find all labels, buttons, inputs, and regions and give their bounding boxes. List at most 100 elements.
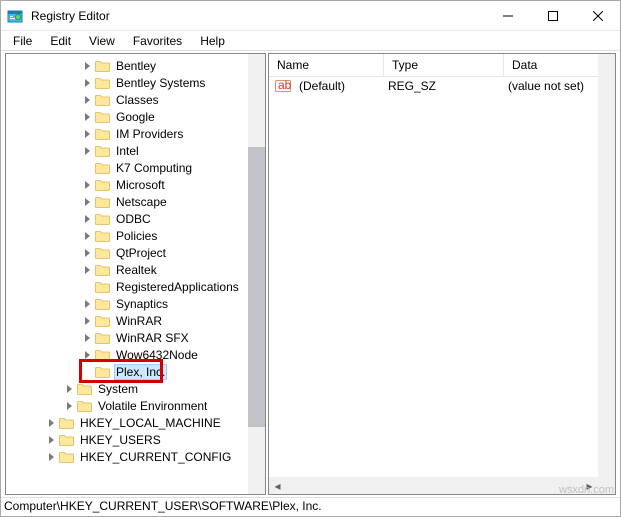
svg-text:ab: ab xyxy=(278,79,291,92)
tree-node-label: Classes xyxy=(114,93,161,107)
expand-icon[interactable] xyxy=(80,212,94,226)
list-header[interactable]: Name Type Data xyxy=(269,54,615,77)
tree-scrollbar[interactable] xyxy=(248,54,265,494)
folder-icon xyxy=(58,450,74,464)
tree-node[interactable]: HKEY_USERS xyxy=(6,431,248,448)
folder-icon xyxy=(76,399,92,413)
watermark: wsxdn.com xyxy=(559,484,614,496)
expand-icon[interactable] xyxy=(80,110,94,124)
folder-icon xyxy=(94,331,110,345)
tree-node[interactable]: HKEY_CURRENT_CONFIG xyxy=(6,448,248,465)
tree-node-label: HKEY_CURRENT_CONFIG xyxy=(78,450,233,464)
expand-icon[interactable] xyxy=(44,433,58,447)
menu-file[interactable]: File xyxy=(5,32,40,50)
expand-icon[interactable] xyxy=(62,382,76,396)
expand-icon[interactable] xyxy=(80,280,94,294)
tree-node[interactable]: Volatile Environment xyxy=(6,397,248,414)
expand-icon[interactable] xyxy=(80,195,94,209)
menu-help[interactable]: Help xyxy=(192,32,233,50)
folder-icon xyxy=(94,127,110,141)
tree-node[interactable]: Google xyxy=(6,108,248,125)
maximize-button[interactable] xyxy=(530,1,575,30)
folder-icon xyxy=(58,416,74,430)
list-body[interactable]: ab (Default) REG_SZ (value not set) xyxy=(269,77,598,477)
tree-node[interactable]: Bentley xyxy=(6,57,248,74)
tree-node[interactable]: Classes xyxy=(6,91,248,108)
tree-node[interactable]: RegisteredApplications xyxy=(6,278,248,295)
folder-icon xyxy=(94,314,110,328)
tree-node-label: System xyxy=(96,382,140,396)
tree-node[interactable]: ODBC xyxy=(6,210,248,227)
minimize-button[interactable] xyxy=(485,1,530,30)
folder-icon xyxy=(94,93,110,107)
expand-icon[interactable] xyxy=(80,331,94,345)
tree-node[interactable]: Realtek xyxy=(6,261,248,278)
menu-edit[interactable]: Edit xyxy=(42,32,79,50)
list-vscrollbar[interactable] xyxy=(598,54,615,494)
tree-scroll-thumb[interactable] xyxy=(248,147,265,427)
tree-node-label: Netscape xyxy=(114,195,169,209)
titlebar[interactable]: Registry Editor xyxy=(1,1,620,31)
tree-node-label: Plex, Inc. xyxy=(114,364,167,380)
folder-icon xyxy=(94,229,110,243)
folder-icon xyxy=(94,110,110,124)
expand-icon[interactable] xyxy=(44,450,58,464)
list-hscrollbar[interactable]: ◂ ▸ xyxy=(269,477,598,494)
tree-node[interactable]: QtProject xyxy=(6,244,248,261)
menubar: File Edit View Favorites Help xyxy=(1,31,620,51)
folder-icon xyxy=(94,263,110,277)
tree-node[interactable]: IM Providers xyxy=(6,125,248,142)
expand-icon[interactable] xyxy=(44,416,58,430)
expand-icon[interactable] xyxy=(80,263,94,277)
tree-node[interactable]: Netscape xyxy=(6,193,248,210)
tree-node[interactable]: Bentley Systems xyxy=(6,74,248,91)
expand-icon[interactable] xyxy=(80,76,94,90)
tree-node-label: ODBC xyxy=(114,212,153,226)
expand-icon[interactable] xyxy=(80,365,94,379)
tree-node[interactable]: K7 Computing xyxy=(6,159,248,176)
menu-favorites[interactable]: Favorites xyxy=(125,32,190,50)
regedit-icon xyxy=(7,8,23,24)
folder-icon xyxy=(76,382,92,396)
folder-icon xyxy=(94,161,110,175)
expand-icon[interactable] xyxy=(80,348,94,362)
tree-node-label: WinRAR xyxy=(114,314,164,328)
expand-icon[interactable] xyxy=(80,178,94,192)
expand-icon[interactable] xyxy=(80,229,94,243)
registry-tree[interactable]: BentleyBentley Systems ClassesGoogle IM Pr… xyxy=(6,54,248,494)
expand-icon[interactable] xyxy=(80,144,94,158)
tree-node-label: IM Providers xyxy=(114,127,185,141)
tree-node[interactable]: HKEY_LOCAL_MACHINE xyxy=(6,414,248,431)
expand-icon[interactable] xyxy=(80,127,94,141)
folder-icon xyxy=(94,59,110,73)
tree-node[interactable]: Wow6432Node xyxy=(6,346,248,363)
folder-icon xyxy=(94,280,110,294)
scroll-left-icon[interactable]: ◂ xyxy=(269,477,286,494)
col-type[interactable]: Type xyxy=(384,54,504,76)
tree-node[interactable]: WinRAR xyxy=(6,312,248,329)
tree-node[interactable]: System xyxy=(6,380,248,397)
menu-view[interactable]: View xyxy=(81,32,123,50)
close-button[interactable] xyxy=(575,1,620,30)
tree-node[interactable]: Synaptics xyxy=(6,295,248,312)
cell-name: (Default) xyxy=(291,79,380,93)
expand-icon[interactable] xyxy=(80,246,94,260)
expand-icon[interactable] xyxy=(80,314,94,328)
expand-icon[interactable] xyxy=(80,93,94,107)
col-name[interactable]: Name xyxy=(269,54,384,76)
expand-icon[interactable] xyxy=(62,399,76,413)
tree-node[interactable]: Microsoft xyxy=(6,176,248,193)
tree-node-label: Realtek xyxy=(114,263,159,277)
tree-node-label: Synaptics xyxy=(114,297,170,311)
tree-node[interactable]: Policies xyxy=(6,227,248,244)
tree-node[interactable]: WinRAR SFX xyxy=(6,329,248,346)
expand-icon[interactable] xyxy=(80,161,94,175)
tree-node-label: HKEY_USERS xyxy=(78,433,163,447)
string-value-icon: ab xyxy=(275,79,291,93)
tree-node[interactable]: Plex, Inc. xyxy=(6,363,248,380)
tree-node-label: Microsoft xyxy=(114,178,167,192)
list-row[interactable]: ab (Default) REG_SZ (value not set) xyxy=(269,77,598,95)
expand-icon[interactable] xyxy=(80,297,94,311)
expand-icon[interactable] xyxy=(80,59,94,73)
tree-node[interactable]: Intel xyxy=(6,142,248,159)
